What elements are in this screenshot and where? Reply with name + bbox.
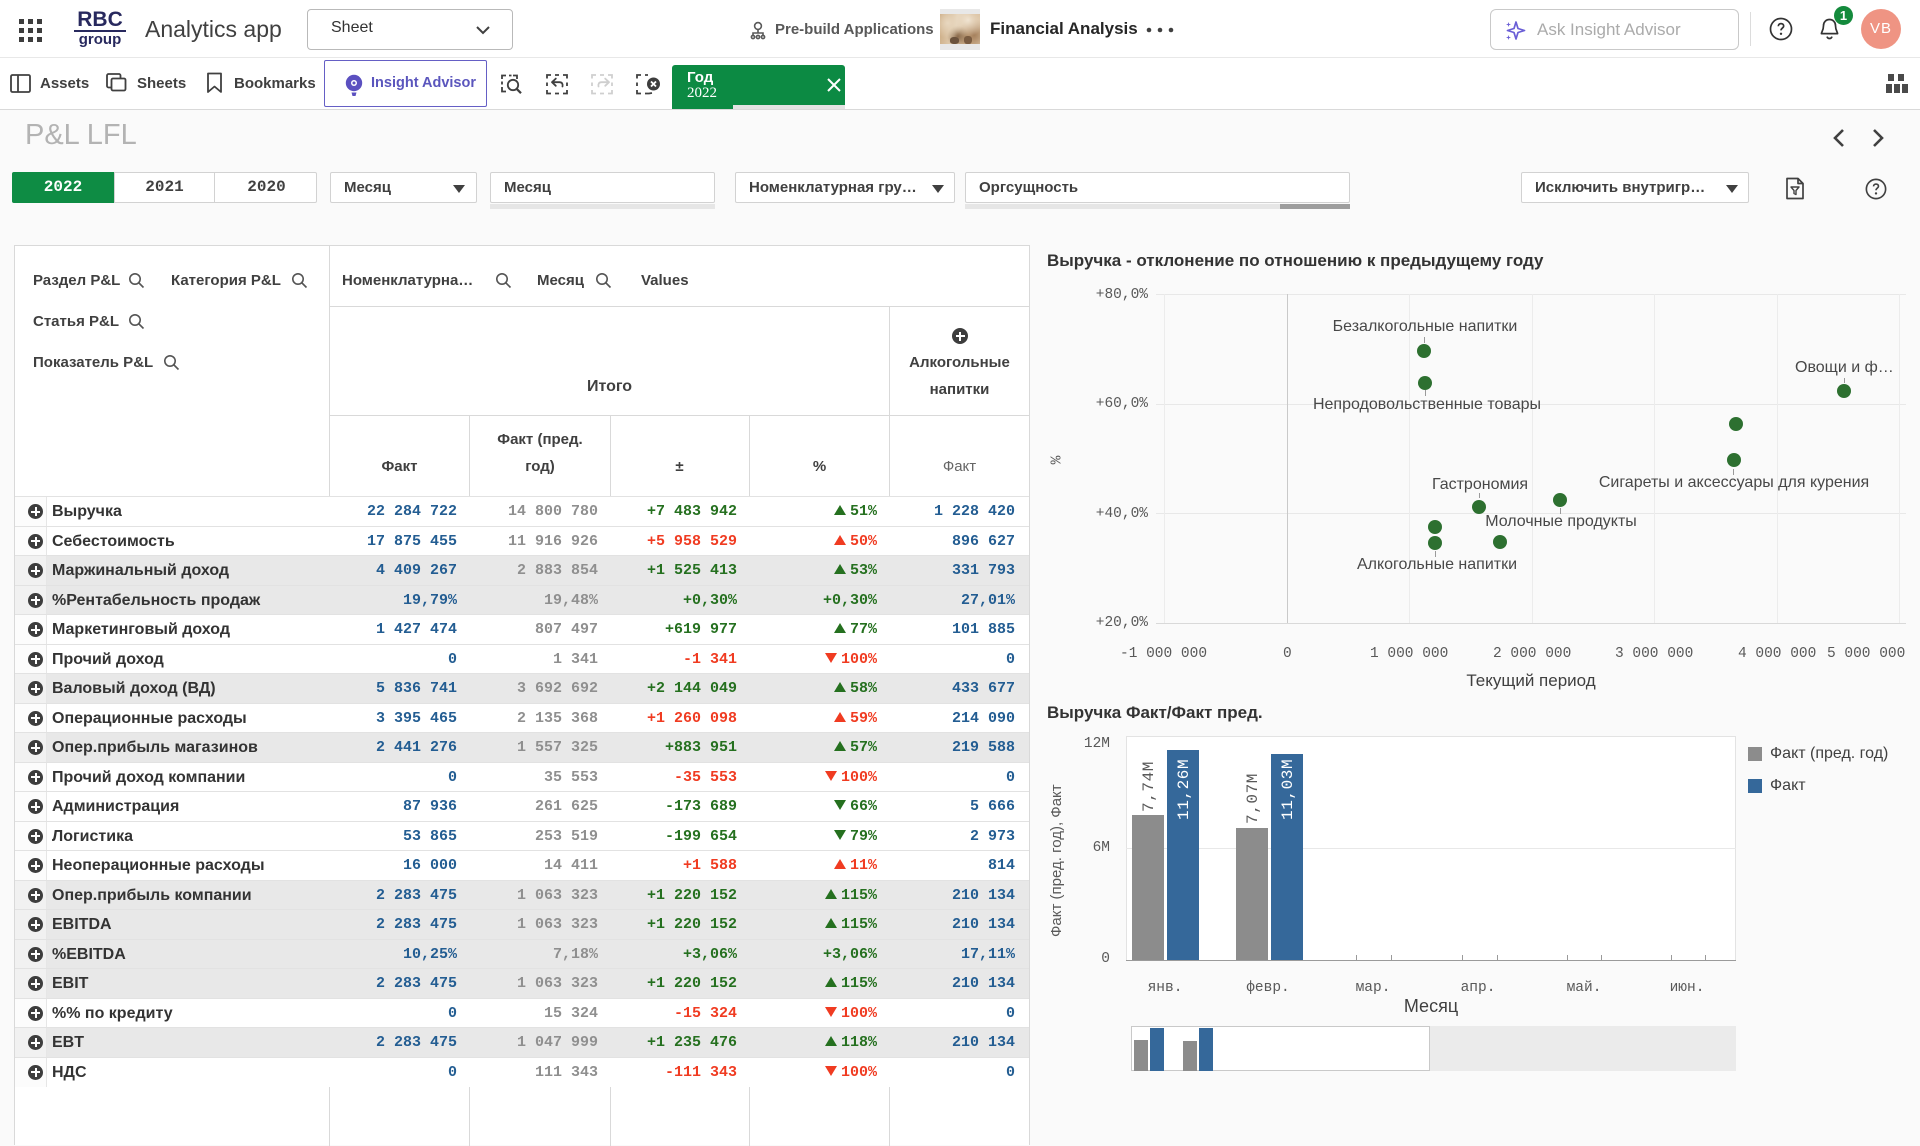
svg-text:7,74M: 7,74M (1140, 761, 1158, 812)
svg-text:7,07M: 7,07M (1244, 773, 1262, 824)
svg-text:11,26M: 11,26M (1175, 759, 1193, 820)
svg-text:11,03M: 11,03M (1279, 759, 1297, 820)
